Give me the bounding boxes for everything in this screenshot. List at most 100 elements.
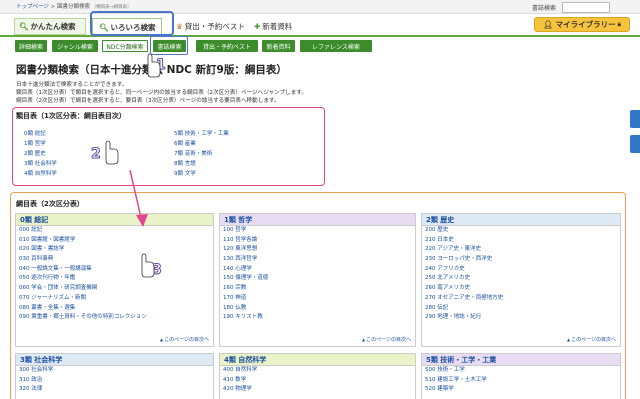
division-panel-head-link[interactable]: 2類 歴史 [426,215,454,225]
plus-icon: ✚ [254,22,261,31]
division-link[interactable]: 040 一般論文集・一般講演集 [16,265,213,275]
division-panel-1: 1類 哲学 100 哲学 110 哲学各論 120 東洋思想 130 西洋哲学 … [219,213,416,347]
tab-lending-best[interactable]: ♛ 貸出・予約ベスト [174,18,252,35]
division-link[interactable]: 210 日本史 [422,236,620,246]
class-link[interactable]: 7類 芸術・美術 [174,149,212,157]
division-table-box: 綱目表（2次区分表） 0類 総記 000 総記 010 図書館・図書館学 020… [10,192,626,399]
division-link[interactable]: 500 技術・工学 [422,366,620,376]
division-panel-head-link[interactable]: 3類 社会科学 [20,355,62,365]
division-link[interactable]: 400 自然科学 [220,366,415,376]
division-link[interactable]: 240 アフリカ史 [422,265,620,275]
division-link[interactable]: 120 東洋思想 [220,245,415,255]
division-link[interactable]: 320 法律 [16,385,213,395]
class-link[interactable]: 5類 技術・工学・工業 [174,129,229,137]
division-panel-3: 3類 社会科学 300 社会科学 310 政治 320 法律 [15,353,214,399]
class-link[interactable]: 8類 言語 [174,159,196,167]
division-link[interactable]: 100 哲学 [220,226,415,236]
division-link[interactable]: 030 百科事典 [16,255,213,265]
division-link[interactable]: 410 数学 [220,376,415,386]
division-panel-5: 5類 技術・工学・工業 500 技術・工学 510 建設工学・土木工学 520 … [421,353,621,399]
subnav-detail-search[interactable]: 詳細検索 [15,40,47,52]
division-link[interactable]: 110 哲学各論 [220,236,415,246]
division-link[interactable]: 020 図書・書誌学 [16,245,213,255]
intro-line: 綱目表（2次区分表）で綱目を選択すると、要目表（3次区分表）ページの該当する要目… [16,98,280,104]
division-link[interactable]: 080 叢書・全集・選集 [16,304,213,314]
division-link[interactable]: 160 宗教 [220,284,415,294]
breadcrumb-separator: > [50,4,56,10]
division-link[interactable]: 070 ジャーナリズム・新聞 [16,294,213,304]
my-library-button[interactable]: 👤︎ マイライブラリー 🔒︎ [534,17,630,32]
class-link[interactable]: 0類 総記 [24,129,46,137]
division-panel-head: 5類 技術・工学・工業 [422,354,620,366]
division-link[interactable]: 510 建設工学・土木工学 [422,376,620,386]
class-table-title: 類目表（1次区分表：綱目表目次） [16,112,126,120]
division-panel-head-link[interactable]: 0類 総記 [20,215,48,225]
subnav-genre-search[interactable]: ジャンル検索 [52,40,98,52]
intro-text: 日本十進分類法で検索することができます。 類目表（1次区分表）で類目を選択すると… [16,81,307,105]
class-link[interactable]: 4類 自然科学 [24,169,57,177]
division-link[interactable]: 190 キリスト教 [220,313,415,323]
lock-icon: 🔒︎ [617,20,621,28]
division-link[interactable]: 010 図書館・図書館学 [16,236,213,246]
class-link[interactable]: 1類 哲学 [24,139,46,147]
division-link[interactable]: 290 地理・地誌・紀行 [422,313,620,323]
division-link[interactable]: 180 仏教 [220,304,415,314]
intro-line: 類目表（1次区分表）で類目を選択すると、同一ページ内の該当する綱目表（2次区分表… [16,90,307,96]
back-to-top-link[interactable]: このページの目次へ [567,336,616,343]
division-link[interactable]: 280 伝記 [422,304,620,314]
tab-new-arrivals-label: 新着資料 [262,22,293,31]
back-to-top-link[interactable]: このページの目次へ [362,336,411,343]
subnav-new-arrivals[interactable]: 新着資料 [262,40,295,52]
class-link[interactable]: 2類 歴史 [24,149,46,157]
subnav-lending-best[interactable]: 貸出・予約ベスト [196,40,258,52]
tab-lending-best-label: 貸出・予約ベスト [184,22,245,31]
division-panel-head: 2類 歴史 [422,214,620,226]
division-link[interactable]: 060 学会・団体・研究調査機関 [16,284,213,294]
tab-new-arrivals[interactable]: ✚ 新着資料 [254,18,314,35]
division-link[interactable]: 230 ヨーロッパ史・西洋史 [422,255,620,265]
subnav-ndc-search[interactable]: NDC分類検索 [102,40,148,52]
crown-icon: ♛ [176,22,183,31]
division-link[interactable]: 250 北アメリカ史 [422,274,620,284]
division-link[interactable]: 140 心理学 [220,265,415,275]
division-link[interactable]: 270 オセアニア史・両極地方史 [422,294,620,304]
site-search-label: 書誌検索 [532,5,557,12]
search-icon: 🔍︎ [19,22,29,31]
division-link[interactable]: 050 逐次刊行物・年鑑 [16,274,213,284]
tab-simple-search-label: かんたん検索 [30,22,76,31]
division-link[interactable]: 420 物理学 [220,385,415,395]
division-link[interactable]: 520 建築学 [422,385,620,395]
class-link[interactable]: 6類 産業 [174,139,196,147]
division-link[interactable]: 200 歴史 [422,226,620,236]
user-icon: 👤︎ [543,20,553,29]
division-link[interactable]: 220 アジア史・東洋史 [422,245,620,255]
breadcrumb-home[interactable]: トップページ [16,4,49,10]
division-link[interactable]: 150 倫理学・道徳 [220,274,415,284]
division-link[interactable]: 000 総記 [16,226,213,236]
class-link[interactable]: 3類 社会科学 [24,159,57,167]
tab-simple-search[interactable]: 🔍︎ かんたん検索 [14,18,86,35]
division-panel-head-link[interactable]: 5類 技術・工学・工業 [426,355,496,365]
annotation-number-1: 1 [156,57,167,74]
division-link[interactable]: 310 政治 [16,376,213,386]
page-title: 図書分類検索（日本十進分類法 NDC 新訂9版：綱目表） [16,64,287,76]
annotation-highlight-ndc [150,36,188,55]
division-panel-head-link[interactable]: 4類 自然科学 [224,355,266,365]
home-button[interactable] [630,135,640,153]
scroll-up-button[interactable] [630,110,640,128]
division-table-title: 綱目表（2次区分表） [16,200,84,208]
division-link[interactable]: 300 社会科学 [16,366,213,376]
class-link[interactable]: 9類 文学 [174,169,196,177]
site-search-input[interactable] [562,2,610,13]
division-link[interactable]: 170 神道 [220,294,415,304]
my-library-label: マイライブラリー [555,20,616,29]
class-table-box: 類目表（1次区分表：綱目表目次） 0類 総記 1類 哲学 2類 歴史 3類 社会… [12,107,325,186]
division-link[interactable]: 260 南アメリカ史 [422,284,620,294]
division-panel-head-link[interactable]: 1類 哲学 [224,215,252,225]
division-link[interactable]: 090 貴重書・郷土資料・その他の特別コレクション [16,313,213,323]
annotation-highlight-tab [90,11,174,36]
subnav-reference-search[interactable]: レファレンス検索 [300,40,372,52]
division-link[interactable]: 130 西洋哲学 [220,255,415,265]
annotation-number-3: 3 [152,262,163,279]
back-to-top-link[interactable]: このページの目次へ [160,336,209,343]
